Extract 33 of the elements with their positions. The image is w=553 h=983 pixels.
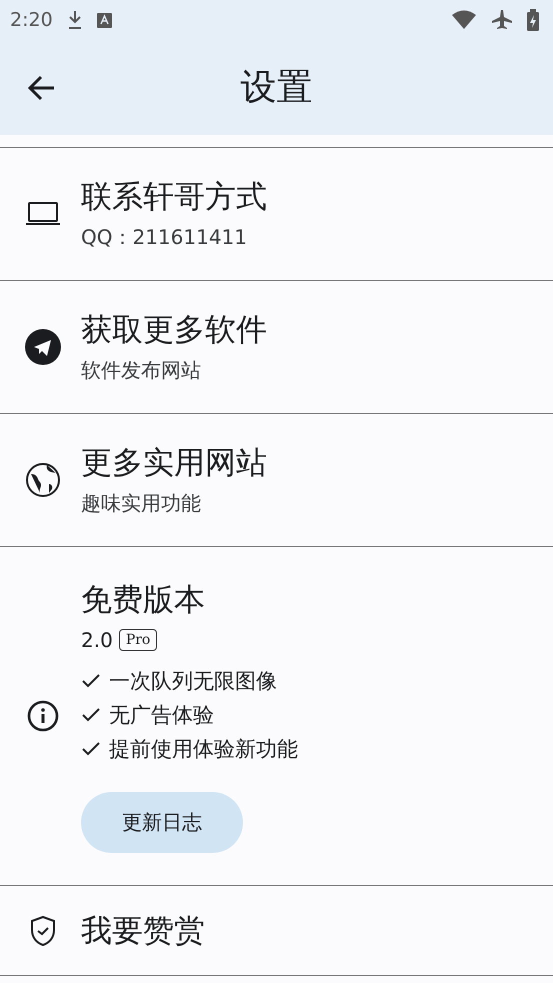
feature-text: 提前使用体验新功能 — [109, 736, 298, 762]
settings-item[interactable]: 更多实用网站 趣味实用功能 — [0, 414, 553, 547]
item-title: 我要赞赏 — [81, 912, 205, 950]
item-title: 免费版本 — [81, 580, 206, 620]
item-subtitle: QQ：211611411 — [81, 224, 248, 251]
status-time: 2:20 — [10, 9, 53, 31]
feature-text: 无广告体验 — [109, 702, 214, 728]
check-icon — [81, 706, 101, 722]
paper-plane-icon — [24, 329, 60, 365]
item-title: 获取更多软件 — [81, 311, 267, 350]
pro-badge: Pro — [118, 628, 158, 650]
page-title: 设置 — [240, 66, 312, 110]
battery-icon — [527, 9, 539, 31]
feature-text: 一次队列无限图像 — [109, 668, 277, 694]
check-icon — [81, 740, 101, 756]
airplane-icon — [491, 9, 513, 31]
globe-icon — [24, 462, 60, 498]
item-subtitle: 趣味实用功能 — [81, 490, 202, 517]
keyboard-badge-icon — [96, 12, 112, 28]
settings-item[interactable]: 获取更多软件 软件发布网站 — [0, 281, 553, 414]
info-icon — [26, 700, 58, 732]
settings-item[interactable]: 联系轩哥方式 QQ：211611411 — [0, 148, 553, 281]
laptop-icon — [24, 200, 60, 228]
item-title: 联系轩哥方式 — [81, 178, 267, 217]
check-icon — [81, 672, 101, 688]
shield-icon — [28, 914, 56, 946]
download-icon — [66, 10, 83, 30]
wifi-icon — [451, 10, 477, 30]
item-title: 更多实用网站 — [81, 444, 267, 483]
version-number: 2.0 — [81, 628, 113, 652]
settings-item[interactable]: 我要赞赏 — [0, 886, 553, 976]
changelog-button[interactable]: 更新日志 — [81, 792, 243, 852]
item-subtitle: 软件发布网站 — [81, 357, 202, 384]
